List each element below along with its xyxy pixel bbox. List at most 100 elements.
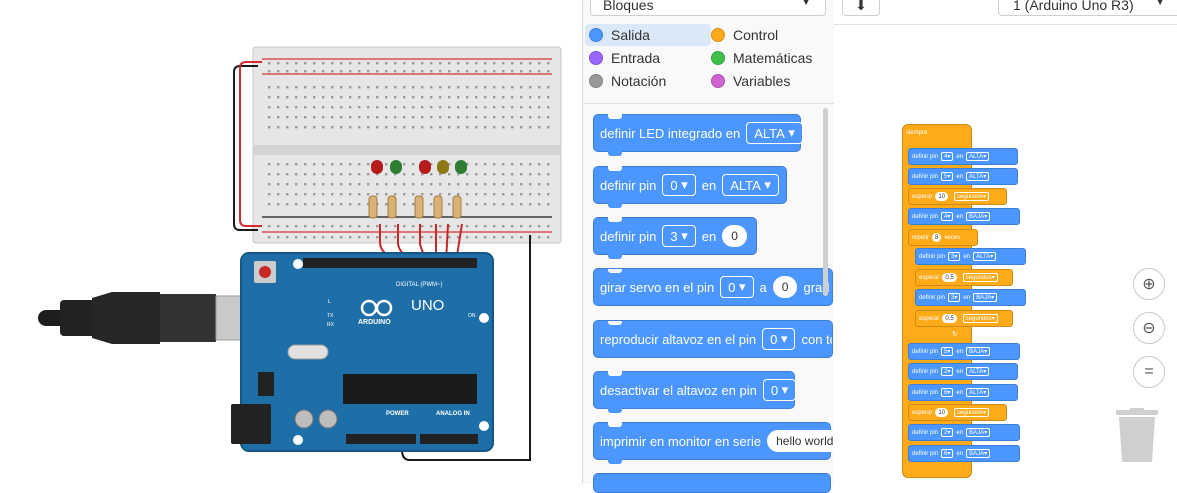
code-pin-dropdown[interactable]: 4 ▾ (941, 212, 954, 221)
code-text: en (956, 389, 964, 396)
angle-input[interactable]: 0 (772, 276, 798, 298)
blocks-dropdown-label: Bloques (603, 0, 654, 13)
code-block[interactable]: definir pin 4 ▾ en BAJA ▾ (908, 208, 1020, 225)
zoom-fit-button[interactable]: = (1133, 356, 1165, 388)
code-value-dropdown[interactable]: ALTA ▾ (966, 152, 990, 161)
code-pin-dropdown[interactable]: 4 ▾ (941, 152, 954, 161)
code-unit-dropdown[interactable]: segundos ▾ (962, 314, 998, 323)
code-pin-dropdown[interactable]: 2 ▾ (941, 428, 954, 437)
code-number-input[interactable]: 8 (932, 233, 942, 242)
code-block[interactable]: esperar 0.5 segundos ▾ (915, 310, 1013, 327)
code-value: 6 (944, 389, 948, 396)
download-button[interactable]: ⬇ (842, 0, 880, 16)
code-text: veces (944, 234, 961, 241)
code-value-dropdown[interactable]: BAJA ▾ (973, 293, 998, 302)
code-value: 4 (944, 153, 948, 160)
code-pin-dropdown[interactable]: 2 ▾ (941, 367, 954, 376)
code-block[interactable]: esperar 0.5 segundos ▾ (915, 269, 1013, 286)
code-block[interactable]: definir pin 5 ▾ en ALTA ▾ (908, 168, 1018, 185)
code-number-input[interactable]: 10 (935, 192, 949, 201)
entrada-dot-icon (589, 51, 603, 65)
text-input[interactable]: hello world (767, 430, 843, 452)
code-text: definir pin (912, 348, 939, 355)
blocks-dropdown[interactable]: Bloques ▼ (590, 0, 826, 16)
pin-dropdown[interactable]: 0 ▾ (720, 276, 754, 298)
trash-button[interactable] (1116, 408, 1158, 464)
code-value-dropdown[interactable]: BAJA ▾ (966, 347, 991, 356)
code-pin-dropdown[interactable]: 6 ▾ (941, 388, 954, 397)
code-value: ALTA (976, 253, 991, 260)
code-value-dropdown[interactable]: BAJA ▾ (966, 428, 991, 437)
block-partial[interactable] (593, 473, 831, 493)
category-salida[interactable]: Salida (585, 24, 711, 46)
block-reproducir-altavoz[interactable]: reproducir altavoz en el pin 0 ▾ con ton (593, 320, 833, 358)
code-value-dropdown[interactable]: ALTA ▾ (966, 172, 990, 181)
value-dropdown[interactable]: ALTA ▾ (746, 122, 803, 144)
block-imprimir-monitor[interactable]: imprimir en monitor en serie hello world (593, 422, 843, 464)
code-value: 5 (944, 348, 948, 355)
code-value: BAJA (976, 294, 992, 301)
code-value: 4 (944, 213, 948, 220)
code-value-dropdown[interactable]: BAJA ▾ (966, 449, 991, 458)
code-block[interactable]: definir pin 4 ▾ en ALTA ▾ (908, 148, 1018, 165)
category-label: Control (733, 27, 779, 43)
category-variables[interactable]: Variables (711, 70, 790, 92)
code-value-dropdown[interactable]: ALTA ▾ (966, 367, 990, 376)
pin-dropdown[interactable]: 3 ▾ (662, 225, 696, 247)
category-entrada[interactable]: Entrada (589, 47, 660, 69)
code-pin-dropdown[interactable]: 5 ▾ (941, 172, 954, 181)
code-block[interactable]: repetir 8 veces (908, 229, 978, 246)
code-number-input[interactable]: 0.5 (942, 314, 957, 323)
block-definir-led[interactable]: definir LED integrado en ALTA ▾ (593, 114, 803, 156)
code-unit-dropdown[interactable]: segundos ▾ (962, 273, 998, 282)
block-text: con ton (801, 331, 832, 347)
category-matematicas[interactable]: Matemáticas (711, 47, 812, 69)
code-block[interactable]: esperar 10 segundos ▾ (908, 404, 1007, 421)
code-pin-dropdown[interactable]: 3 ▾ (948, 293, 961, 302)
block-desactivar-altavoz[interactable]: desactivar el altavoz en pin 0 ▾ (593, 371, 797, 413)
block-text: definir pin (600, 228, 657, 244)
pin-dropdown[interactable]: 0 ▾ (662, 174, 696, 196)
code-text: definir pin (912, 429, 939, 436)
category-control[interactable]: Control (711, 24, 778, 46)
pin-dropdown[interactable]: 0 ▾ (762, 379, 797, 401)
code-pin-dropdown[interactable]: 3 ▾ (948, 252, 961, 261)
code-unit-dropdown[interactable]: segundos ▾ (954, 192, 990, 201)
code-pin-dropdown[interactable]: 5 ▾ (941, 347, 954, 356)
code-block[interactable]: definir pin 6 ▾ en ALTA ▾ (908, 384, 1018, 401)
palette-scrollbar[interactable] (823, 108, 828, 296)
code-block[interactable]: definir pin 6 ▾ en BAJA ▾ (908, 445, 1020, 462)
zoom-in-button[interactable]: ⊕ (1133, 268, 1165, 300)
code-block[interactable]: definir pin 3 ▾ en BAJA ▾ (915, 289, 1026, 306)
code-block[interactable]: definir pin 2 ▾ en BAJA ▾ (908, 424, 1020, 441)
code-value: 6 (944, 450, 948, 457)
dropdown-value: 0 (728, 279, 736, 295)
code-value-dropdown[interactable]: ALTA ▾ (973, 252, 997, 261)
code-unit-dropdown[interactable]: segundos ▾ (954, 408, 990, 417)
block-text: reproducir altavoz en el pin (600, 331, 757, 347)
block-girar-servo[interactable]: girar servo en el pin 0 ▾ a 0 grad (593, 268, 833, 306)
code-text: en (963, 253, 971, 260)
code-block[interactable]: definir pin 5 ▾ en BAJA ▾ (908, 343, 1020, 360)
value-dropdown[interactable]: ALTA ▾ (722, 174, 779, 196)
code-block[interactable]: definir pin 2 ▾ en ALTA ▾ (908, 363, 1018, 380)
category-notacion[interactable]: Notación (589, 70, 666, 92)
code-block[interactable]: esperar 10 segundos ▾ (908, 188, 1007, 205)
script-stack[interactable]: siempre definir pin 4 ▾ en ALTA ▾ definir pin… (902, 124, 1026, 478)
code-pin-dropdown[interactable]: 6 ▾ (941, 449, 954, 458)
category-label: Entrada (611, 50, 661, 66)
pin-dropdown[interactable]: 0 ▾ (762, 328, 796, 350)
code-block[interactable]: definir pin 3 ▾ en ALTA ▾ (915, 248, 1026, 265)
code-value-dropdown[interactable]: ALTA ▾ (966, 388, 990, 397)
zoom-out-button[interactable]: ⊖ (1133, 312, 1165, 344)
block-definir-pin[interactable]: definir pin 0 ▾ en ALTA ▾ (593, 166, 787, 208)
board-dropdown[interactable]: 1 (Arduino Uno R3) ▼ (998, 0, 1177, 16)
value-input[interactable]: 0 (722, 225, 747, 247)
code-number-input[interactable]: 10 (935, 408, 949, 417)
block-definir-pin-analog[interactable]: definir pin 3 ▾ en 0 (593, 217, 757, 259)
repeat-loop-icon: ↻ (952, 331, 958, 338)
code-number-input[interactable]: 0.5 (942, 273, 957, 282)
code-text: definir pin (919, 294, 946, 301)
circuit-canvas[interactable]: ARDUINO UNO DIGITAL (PWM~) POWER ANALOG … (0, 0, 582, 484)
code-value-dropdown[interactable]: BAJA ▾ (966, 212, 991, 221)
